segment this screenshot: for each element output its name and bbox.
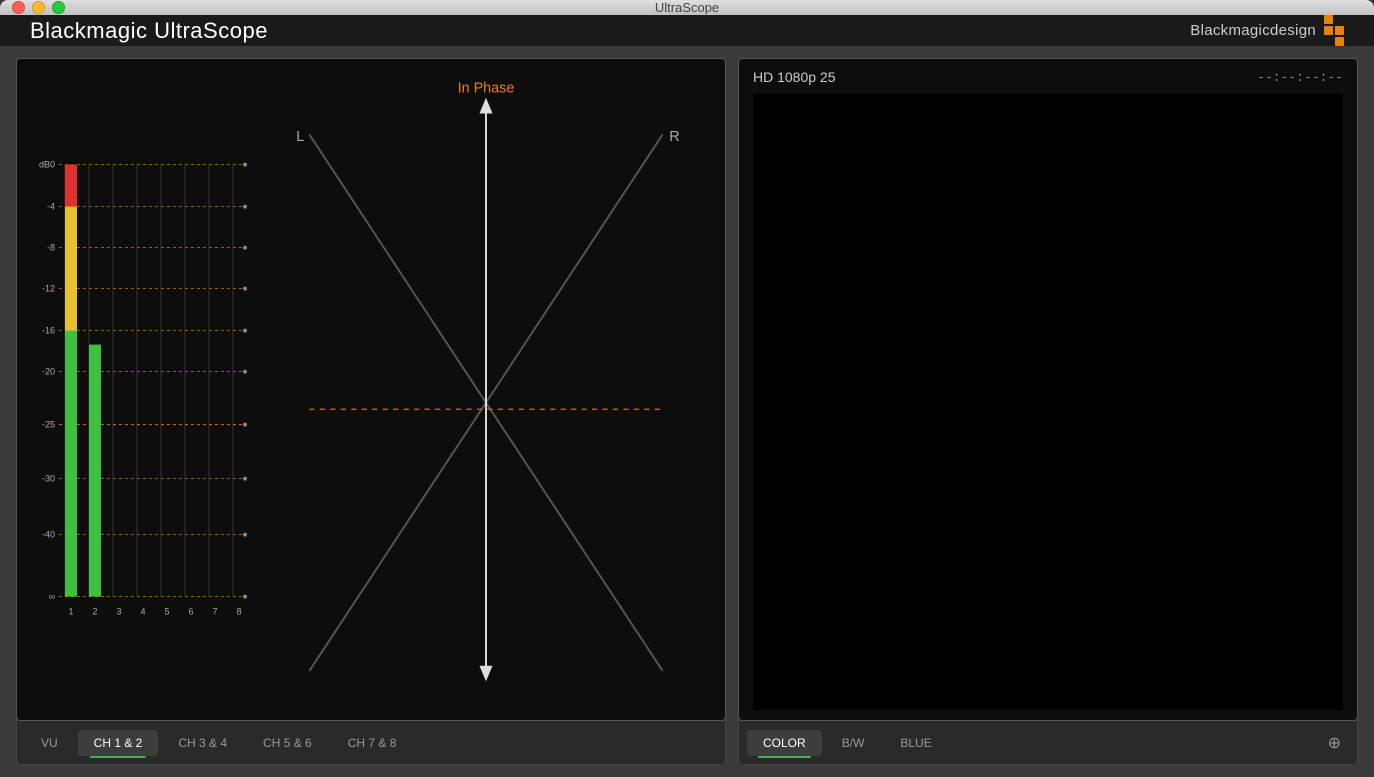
main-content: dB0 -4 -8 -12 -16 -20 -25 -30 -40 ∞ bbox=[0, 46, 1374, 777]
svg-text:R: R bbox=[669, 129, 679, 145]
bmd-logo-icon bbox=[1324, 15, 1344, 46]
vu-meter-area: dB0 -4 -8 -12 -16 -20 -25 -30 -40 ∞ bbox=[27, 69, 257, 710]
tab-vu[interactable]: VU bbox=[25, 730, 74, 756]
zoom-button[interactable]: ⊕ bbox=[1320, 729, 1349, 757]
svg-text:5: 5 bbox=[164, 607, 169, 617]
phase-area: In Phase L R bbox=[257, 69, 715, 710]
bmd-sq-1 bbox=[1324, 15, 1333, 24]
tab-ch34[interactable]: CH 3 & 4 bbox=[162, 730, 243, 756]
video-format: HD 1080p 25 bbox=[753, 69, 836, 85]
titlebar: UltraScope bbox=[0, 0, 1374, 15]
bmd-sq-3 bbox=[1324, 26, 1333, 35]
left-panel: dB0 -4 -8 -12 -16 -20 -25 -30 -40 ∞ bbox=[16, 58, 726, 765]
vu-meter-svg: dB0 -4 -8 -12 -16 -20 -25 -30 -40 ∞ bbox=[27, 69, 247, 710]
svg-text:-8: -8 bbox=[47, 243, 55, 253]
scope-container: dB0 -4 -8 -12 -16 -20 -25 -30 -40 ∞ bbox=[16, 58, 726, 721]
svg-text:7: 7 bbox=[212, 607, 217, 617]
close-button[interactable] bbox=[12, 1, 25, 14]
right-tab-bar: COLOR B/W BLUE ⊕ bbox=[738, 721, 1358, 765]
svg-text:-40: -40 bbox=[42, 530, 55, 540]
svg-text:8: 8 bbox=[236, 607, 241, 617]
svg-text:1: 1 bbox=[68, 607, 73, 617]
svg-text:-25: -25 bbox=[42, 420, 55, 430]
phase-svg: In Phase L R bbox=[257, 69, 715, 710]
maximize-button[interactable] bbox=[52, 1, 65, 14]
video-timecode: --:--:--:-- bbox=[1257, 70, 1343, 85]
tab-ch78[interactable]: CH 7 & 8 bbox=[332, 730, 413, 756]
tab-ch56[interactable]: CH 5 & 6 bbox=[247, 730, 328, 756]
svg-text:2: 2 bbox=[92, 607, 97, 617]
right-panel: HD 1080p 25 --:--:--:-- COLOR B/W BLUE ⊕ bbox=[738, 58, 1358, 765]
titlebar-buttons bbox=[12, 1, 65, 14]
bmd-sq-4 bbox=[1335, 26, 1344, 35]
video-header: HD 1080p 25 --:--:--:-- bbox=[753, 69, 1343, 85]
svg-text:-16: -16 bbox=[42, 326, 55, 336]
bmd-sq-6 bbox=[1335, 37, 1344, 46]
tab-color[interactable]: COLOR bbox=[747, 730, 822, 756]
svg-text:∞: ∞ bbox=[49, 592, 55, 602]
bmd-logo: Blackmagicdesign bbox=[1190, 15, 1344, 46]
app-title: Blackmagic UltraScope bbox=[30, 18, 268, 44]
bmd-logo-text: Blackmagicdesign bbox=[1190, 22, 1316, 39]
zoom-icon: ⊕ bbox=[1328, 735, 1341, 752]
svg-text:3: 3 bbox=[116, 607, 121, 617]
left-tab-bar: VU CH 1 & 2 CH 3 & 4 CH 5 & 6 CH 7 & 8 bbox=[16, 721, 726, 765]
tab-blue[interactable]: BLUE bbox=[884, 730, 947, 756]
svg-text:-20: -20 bbox=[42, 367, 55, 377]
bmd-sq-2 bbox=[1335, 15, 1344, 24]
video-screen bbox=[753, 93, 1343, 710]
tab-bw[interactable]: B/W bbox=[826, 730, 881, 756]
bmd-sq-5 bbox=[1324, 37, 1333, 46]
window-title: UltraScope bbox=[655, 0, 719, 15]
svg-text:6: 6 bbox=[188, 607, 193, 617]
svg-text:dB0: dB0 bbox=[39, 160, 55, 170]
svg-text:4: 4 bbox=[140, 607, 145, 617]
svg-text:In Phase: In Phase bbox=[458, 81, 515, 97]
app-header: Blackmagic UltraScope Blackmagicdesign bbox=[0, 15, 1374, 46]
svg-text:L: L bbox=[296, 129, 304, 145]
video-container: HD 1080p 25 --:--:--:-- bbox=[738, 58, 1358, 721]
svg-text:-30: -30 bbox=[42, 474, 55, 484]
tab-ch12[interactable]: CH 1 & 2 bbox=[78, 730, 159, 756]
minimize-button[interactable] bbox=[32, 1, 45, 14]
svg-text:-12: -12 bbox=[42, 284, 55, 294]
svg-text:-4: -4 bbox=[47, 202, 55, 212]
